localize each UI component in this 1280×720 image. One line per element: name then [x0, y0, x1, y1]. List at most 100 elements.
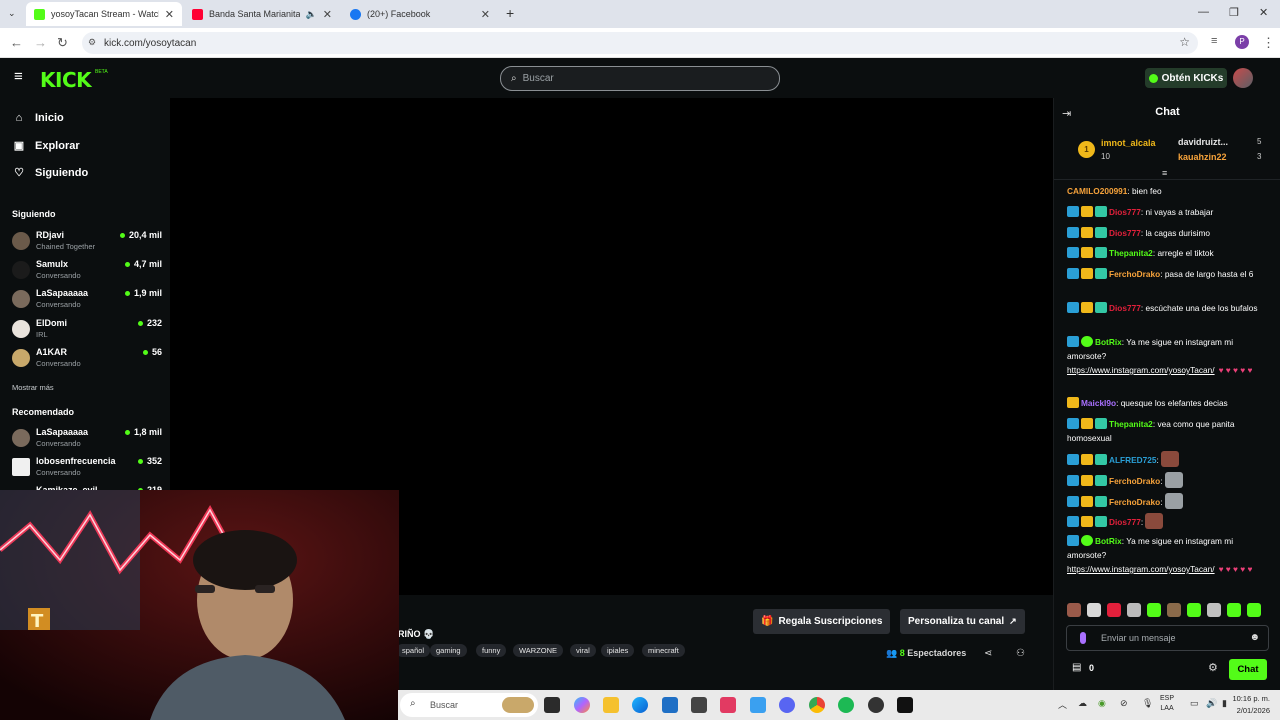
chat-settings-gear-icon[interactable]: ⚙ [1208, 661, 1218, 674]
following-channel-eldomi[interactable]: ElDomi IRL 232 [12, 316, 162, 342]
chat-username[interactable]: FerchoDrako [1109, 269, 1160, 279]
gifter-name[interactable]: davidruizt... [1178, 137, 1228, 147]
system-clock[interactable]: 10:16 p. m. 2/01/2026 [1232, 693, 1270, 717]
onedrive-icon[interactable]: ☁ [1078, 698, 1087, 709]
hamburger-menu-icon[interactable]: ≡ [14, 68, 23, 85]
chat-username[interactable]: Dios777 [1109, 207, 1141, 217]
reload-icon[interactable]: ↻ [57, 35, 68, 51]
maximize-icon[interactable]: ❐ [1229, 6, 1239, 19]
app-icon[interactable] [750, 697, 766, 713]
chat-username[interactable]: Dios777 [1109, 228, 1141, 238]
chat-link[interactable]: https://www.instagram.com/yosoyTacan/ [1067, 564, 1215, 574]
microphone-icon[interactable]: 🎙 [1142, 698, 1153, 709]
app-icon[interactable] [868, 697, 884, 713]
spotify-icon[interactable] [838, 697, 854, 713]
quick-emote-icon[interactable] [1147, 603, 1161, 617]
url-field[interactable]: ⚙ kick.com/yosoytacan ☆ [82, 32, 1198, 54]
following-channel-rdjavi[interactable]: RDjavi Chained Together 20,4 mil [12, 228, 162, 254]
battery-icon[interactable]: ▮ [1222, 698, 1227, 709]
kicks-wallet-icon[interactable]: ▤ [1072, 662, 1081, 673]
chat-username[interactable]: Thepanita2 [1109, 248, 1153, 258]
tiktok-icon[interactable] [897, 697, 913, 713]
tab-kick[interactable]: yosoyTacan Stream - Watch Live ✕ [26, 2, 182, 26]
close-tab-icon[interactable]: ✕ [323, 8, 332, 21]
new-tab-icon[interactable]: + [506, 5, 514, 21]
speaker-icon[interactable]: 🔈 [306, 9, 317, 20]
minimize-icon[interactable]: — [1198, 6, 1209, 18]
store-icon[interactable] [662, 697, 678, 713]
quick-emote-icon[interactable] [1087, 603, 1101, 617]
display-icon[interactable]: ▭ [1190, 698, 1199, 709]
chat-username[interactable]: ALFRED725 [1109, 455, 1157, 465]
copilot-icon[interactable] [574, 697, 590, 713]
forward-icon[interactable]: → [34, 35, 47, 50]
chat-username[interactable]: FerchoDrako [1109, 476, 1160, 486]
customize-channel-button[interactable]: Personaliza tu canal ↗ [900, 609, 1025, 634]
search-input[interactable]: ⌕ Buscar [500, 66, 780, 91]
nav-explore[interactable]: ▣ Explorar [12, 139, 80, 153]
app-icon[interactable] [691, 697, 707, 713]
close-tab-icon[interactable]: ✕ [481, 8, 490, 21]
language-indicator[interactable]: ESP LAA [1160, 694, 1174, 714]
tag-chip[interactable]: minecraft [642, 644, 685, 657]
tag-chip[interactable]: funny [476, 644, 507, 657]
chat-username[interactable]: Thepanita2 [1109, 419, 1153, 429]
taskbar-search[interactable]: ⌕ Buscar [400, 693, 538, 717]
site-info-icon[interactable]: ⚙ [88, 37, 96, 48]
top-gifter-name[interactable]: imnot_alcala [1101, 138, 1156, 148]
quick-emote-icon[interactable] [1167, 603, 1181, 617]
send-chat-button[interactable]: Chat [1229, 659, 1267, 680]
chat-username[interactable]: MaickI9o [1081, 398, 1116, 408]
file-explorer-icon[interactable] [603, 697, 619, 713]
tab-list-chevron-icon[interactable]: ⌄ [8, 8, 16, 19]
add-user-icon[interactable]: ⚇ [1016, 648, 1025, 659]
tray-chevron-icon[interactable]: ︿ [1058, 698, 1067, 711]
chat-username[interactable]: Dios777 [1109, 517, 1141, 527]
quick-emote-icon[interactable] [1227, 603, 1241, 617]
chat-username[interactable]: BotRix [1095, 337, 1122, 347]
media-control-icon[interactable]: ≡ [1211, 35, 1217, 47]
gifter-name[interactable]: kauahzin22 [1178, 152, 1227, 162]
tray-app-icon[interactable]: ◉ [1098, 698, 1106, 709]
get-kicks-button[interactable]: Obtén KICKs [1145, 68, 1227, 88]
following-channel-a1kar[interactable]: A1KAR Conversando 56 [12, 345, 162, 371]
following-channel-samulx[interactable]: Samulx Conversando 4,7 mil [12, 257, 162, 283]
expand-gifters-icon[interactable]: ≡ [1162, 168, 1167, 178]
nav-home[interactable]: ⌂ Inicio [12, 112, 64, 124]
quick-emote-icon[interactable] [1247, 603, 1261, 617]
chat-username[interactable]: FerchoDrako [1109, 497, 1160, 507]
volume-icon[interactable]: 🔊 [1206, 698, 1217, 709]
show-more-link[interactable]: Mostrar más [12, 383, 54, 392]
chat-message-input[interactable]: Enviar un mensaje ☻ [1066, 625, 1269, 651]
chrome-icon[interactable] [809, 697, 825, 713]
edge-icon[interactable] [632, 697, 648, 713]
recommended-channel-lasapaaaaa[interactable]: LaSapaaaaa Conversando 1,8 mil [12, 425, 162, 451]
quick-emote-icon[interactable] [1067, 603, 1081, 617]
user-avatar[interactable] [1233, 68, 1253, 88]
tag-chip[interactable]: ipiales [601, 644, 635, 657]
quick-emote-icon[interactable] [1187, 603, 1201, 617]
recommended-channel-lobosenfrecuencia[interactable]: lobosenfrecuencia Conversando 352 [12, 454, 162, 480]
chat-link[interactable]: https://www.instagram.com/yosoyTacan/ [1067, 365, 1215, 375]
bookmark-star-icon[interactable]: ☆ [1179, 35, 1190, 49]
kick-logo[interactable]: KICK [40, 68, 92, 92]
share-icon[interactable]: ⋖ [984, 648, 992, 659]
nav-following[interactable]: ♡ Siguiendo [12, 166, 88, 180]
microphone-icon[interactable] [1080, 632, 1086, 644]
task-view-icon[interactable] [544, 697, 560, 713]
discord-icon[interactable] [779, 697, 795, 713]
tab-facebook[interactable]: (20+) Facebook ✕ [342, 2, 498, 26]
tab-youtube[interactable]: Banda Santa Marianita del 🔈 ✕ [184, 2, 340, 26]
network-off-icon[interactable]: ⊘ [1120, 698, 1128, 709]
following-channel-lasapaaaaa[interactable]: LaSapaaaaa Conversando 1,9 mil [12, 286, 162, 312]
chat-username[interactable]: CAMILO200991 [1067, 186, 1127, 196]
quick-emote-icon[interactable] [1207, 603, 1221, 617]
chat-username[interactable]: BotRix [1095, 536, 1122, 546]
tag-chip[interactable]: viral [570, 644, 596, 657]
capcut-icon[interactable] [720, 697, 736, 713]
tag-chip[interactable]: WARZONE [513, 644, 564, 657]
tag-chip[interactable]: gaming [430, 644, 467, 657]
gift-subscriptions-button[interactable]: 🎁 Regala Suscripciones [753, 609, 891, 634]
chat-username[interactable]: Dios777 [1109, 303, 1141, 313]
close-tab-icon[interactable]: ✕ [165, 8, 174, 21]
